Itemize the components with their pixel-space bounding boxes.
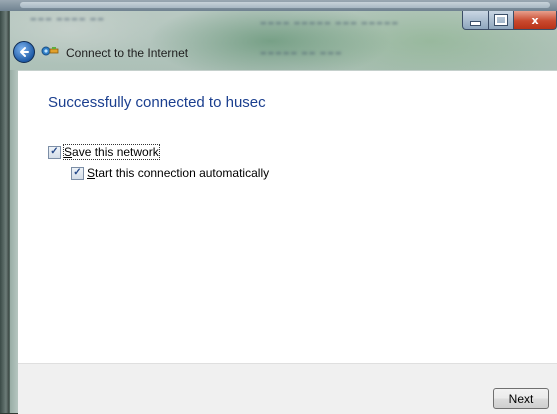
close-icon: x [531, 13, 539, 27]
minimize-button[interactable] [462, 11, 489, 30]
dialog-footer: Next [18, 363, 557, 414]
next-button[interactable]: Next [493, 388, 549, 409]
content-area: Successfully connected to husec ✓ Save t… [18, 70, 557, 363]
maximize-icon [494, 14, 508, 26]
close-button[interactable]: x [514, 11, 557, 30]
page-heading: Successfully connected to husec [48, 94, 266, 111]
save-network-label: Save this network [63, 144, 160, 160]
save-network-checkbox[interactable]: ✓ [48, 145, 61, 159]
checkmark-icon: ✓ [73, 167, 82, 178]
save-network-option[interactable]: ✓ Save this network [48, 144, 160, 160]
back-arrow-icon [20, 47, 29, 57]
network-connection-icon [41, 46, 59, 56]
save-network-label-rest: ave this network [72, 145, 159, 159]
back-button[interactable] [13, 41, 35, 63]
minimize-icon [470, 20, 481, 26]
auto-connect-label-rest: tart this connection automatically [95, 166, 270, 180]
auto-connect-option[interactable]: ✓ Start this connection automatically [71, 166, 269, 180]
auto-connect-checkbox[interactable]: ✓ [71, 166, 84, 180]
window-title: Connect to the Internet [66, 46, 189, 60]
frame-left-band [10, 70, 18, 413]
auto-connect-label: Start this connection automatically [87, 166, 270, 180]
maximize-button[interactable] [489, 11, 514, 30]
caption-buttons: x [462, 11, 557, 30]
checkmark-icon: ✓ [50, 146, 59, 157]
